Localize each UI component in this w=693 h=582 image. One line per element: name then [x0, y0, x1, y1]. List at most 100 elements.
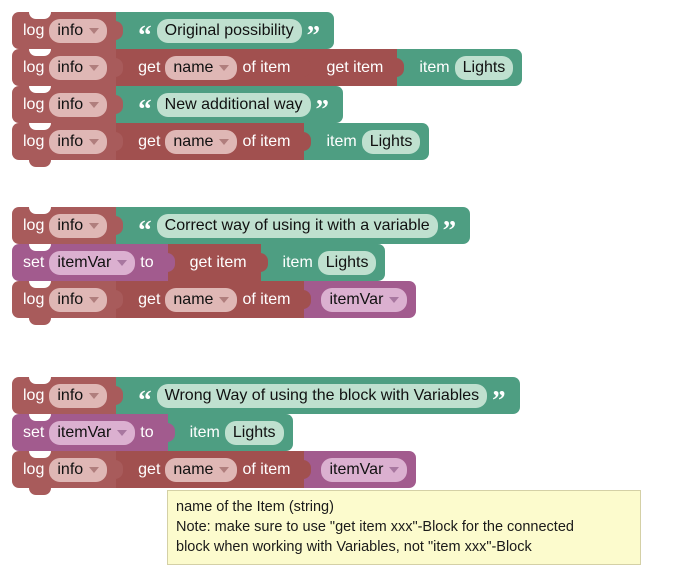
- get-label: get: [138, 460, 161, 478]
- item-literal-block[interactable]: item Lights: [166, 414, 293, 451]
- log-label: log: [23, 21, 45, 39]
- variable-name-value: itemVar: [57, 423, 112, 441]
- tooltip-line-2: Note: make sure to use "get item xxx"-Bl…: [176, 519, 574, 535]
- log-level-dropdown[interactable]: info: [49, 18, 108, 43]
- log-wrong-way-row[interactable]: log info “ Wrong Way of using the block …: [12, 377, 520, 414]
- variable-name-dropdown[interactable]: itemVar: [321, 457, 408, 482]
- property-value: name: [173, 290, 214, 308]
- log-level-dropdown[interactable]: info: [49, 92, 108, 117]
- get-property-of-item-block[interactable]: get name of item: [115, 281, 305, 318]
- tooltip-line-3: block when working with Variables, not "…: [176, 539, 532, 555]
- log-statement-block[interactable]: log info: [12, 12, 117, 49]
- variable-name-dropdown[interactable]: itemVar: [49, 250, 136, 275]
- log-level-value: info: [57, 95, 84, 113]
- log-level-value: info: [57, 460, 84, 478]
- to-label: to: [140, 423, 154, 441]
- string-literal-block[interactable]: “ Original possibility ”: [115, 12, 335, 49]
- string-literal-block[interactable]: “ Wrong Way of using the block with Vari…: [115, 377, 520, 414]
- block-bottom-tab: [29, 318, 51, 325]
- chevron-down-icon: [89, 101, 100, 108]
- item-label: item: [189, 423, 220, 441]
- block-top-notch: [29, 414, 51, 421]
- log-level-value: info: [57, 386, 84, 404]
- log-statement-block[interactable]: log info: [12, 49, 117, 86]
- log-level-dropdown[interactable]: info: [49, 129, 108, 154]
- original-and-new-possibility-stack[interactable]: log info “ Original possibility ” log in…: [12, 12, 523, 167]
- set-label: set: [23, 423, 45, 441]
- log-statement-block[interactable]: log info: [12, 451, 117, 488]
- input-socket: [115, 290, 124, 309]
- chevron-down-icon: [89, 27, 100, 34]
- variable-name-dropdown[interactable]: itemVar: [321, 287, 408, 312]
- variable-name-dropdown[interactable]: itemVar: [49, 420, 136, 445]
- variable-getter-block[interactable]: itemVar: [303, 451, 417, 488]
- log-level-value: info: [57, 21, 84, 39]
- log-label: log: [23, 386, 45, 404]
- log-level-dropdown[interactable]: info: [49, 55, 108, 80]
- item-literal-block[interactable]: item Lights: [396, 49, 523, 86]
- item-name-field[interactable]: Lights: [317, 250, 377, 275]
- string-text-field[interactable]: Original possibility: [156, 18, 302, 43]
- variable-name-value: itemVar: [329, 290, 384, 308]
- string-text-field[interactable]: New additional way: [156, 92, 311, 117]
- item-literal-block[interactable]: item Lights: [259, 244, 386, 281]
- get-property-of-item-block[interactable]: get name of item: [115, 451, 305, 488]
- input-socket: [303, 58, 312, 77]
- item-name-field[interactable]: Lights: [454, 55, 514, 80]
- set-itemvar-to-item-row[interactable]: set itemVar to item Lights: [12, 414, 520, 451]
- set-itemvar-to-get-item-row[interactable]: set itemVar to get item item Lights: [12, 244, 470, 281]
- item-name-field[interactable]: Lights: [361, 129, 421, 154]
- get-item-block[interactable]: get item: [166, 244, 261, 281]
- log-statement-block[interactable]: log info: [12, 86, 117, 123]
- log-statement-block[interactable]: log info: [12, 207, 117, 244]
- log-level-dropdown[interactable]: info: [49, 383, 108, 408]
- chevron-down-icon: [89, 466, 100, 473]
- string-text-field[interactable]: Correct way of using it with a variable: [156, 213, 438, 238]
- item-literal-block[interactable]: item Lights: [303, 123, 430, 160]
- block-top-notch: [29, 49, 51, 56]
- log-level-dropdown[interactable]: info: [49, 213, 108, 238]
- input-socket: [396, 58, 405, 77]
- item-name-field[interactable]: Lights: [224, 420, 284, 445]
- chevron-down-icon: [89, 64, 100, 71]
- property-value: name: [173, 58, 214, 76]
- log-label: log: [23, 216, 45, 234]
- get-item-block[interactable]: get item: [303, 49, 398, 86]
- block-tooltip: name of the Item (string) Note: make sur…: [167, 490, 641, 565]
- variable-getter-block[interactable]: itemVar: [303, 281, 417, 318]
- input-socket: [166, 423, 175, 442]
- log-level-dropdown[interactable]: info: [49, 457, 108, 482]
- block-top-notch: [29, 12, 51, 19]
- chevron-down-icon: [117, 259, 128, 266]
- wrong-way-variable-stack[interactable]: log info “ Wrong Way of using the block …: [12, 377, 520, 495]
- chevron-down-icon: [89, 296, 100, 303]
- property-dropdown[interactable]: name: [165, 55, 238, 80]
- chevron-down-icon: [219, 64, 230, 71]
- get-property-of-item-block[interactable]: get name of item: [115, 123, 305, 160]
- string-literal-block[interactable]: “ Correct way of using it with a variabl…: [115, 207, 471, 244]
- correct-way-variable-stack[interactable]: log info “ Correct way of using it with …: [12, 207, 471, 325]
- property-dropdown[interactable]: name: [165, 129, 238, 154]
- log-get-name-of-item-itemvar-row[interactable]: log info get name of item itemVar: [12, 281, 470, 325]
- log-get-name-of-item-itemvar-wrong-row[interactable]: log info get name of item itemVar: [12, 451, 520, 495]
- log-statement-block[interactable]: log info: [12, 377, 117, 414]
- set-label: set: [23, 253, 45, 271]
- string-text-field[interactable]: Wrong Way of using the block with Variab…: [156, 383, 488, 408]
- log-get-name-of-item-item-row[interactable]: log info get name of item item Lights: [12, 123, 522, 167]
- chevron-down-icon: [389, 296, 400, 303]
- string-literal-block[interactable]: “ New additional way ”: [115, 86, 344, 123]
- chevron-down-icon: [89, 222, 100, 229]
- property-dropdown[interactable]: name: [165, 287, 238, 312]
- log-new-additional-way-row[interactable]: log info “ New additional way ”: [12, 86, 522, 123]
- log-original-possibility-row[interactable]: log info “ Original possibility ”: [12, 12, 522, 49]
- log-correct-way-row[interactable]: log info “ Correct way of using it with …: [12, 207, 471, 244]
- log-statement-block[interactable]: log info: [12, 123, 117, 160]
- log-level-dropdown[interactable]: info: [49, 287, 108, 312]
- log-get-name-of-item-get-item-row[interactable]: log info get name of item get item item …: [12, 49, 523, 86]
- get-label: get: [138, 132, 161, 150]
- property-dropdown[interactable]: name: [165, 457, 238, 482]
- log-statement-block[interactable]: log info: [12, 281, 117, 318]
- block-top-notch: [29, 123, 51, 130]
- log-label: log: [23, 460, 45, 478]
- get-property-of-item-block[interactable]: get name of item: [115, 49, 305, 86]
